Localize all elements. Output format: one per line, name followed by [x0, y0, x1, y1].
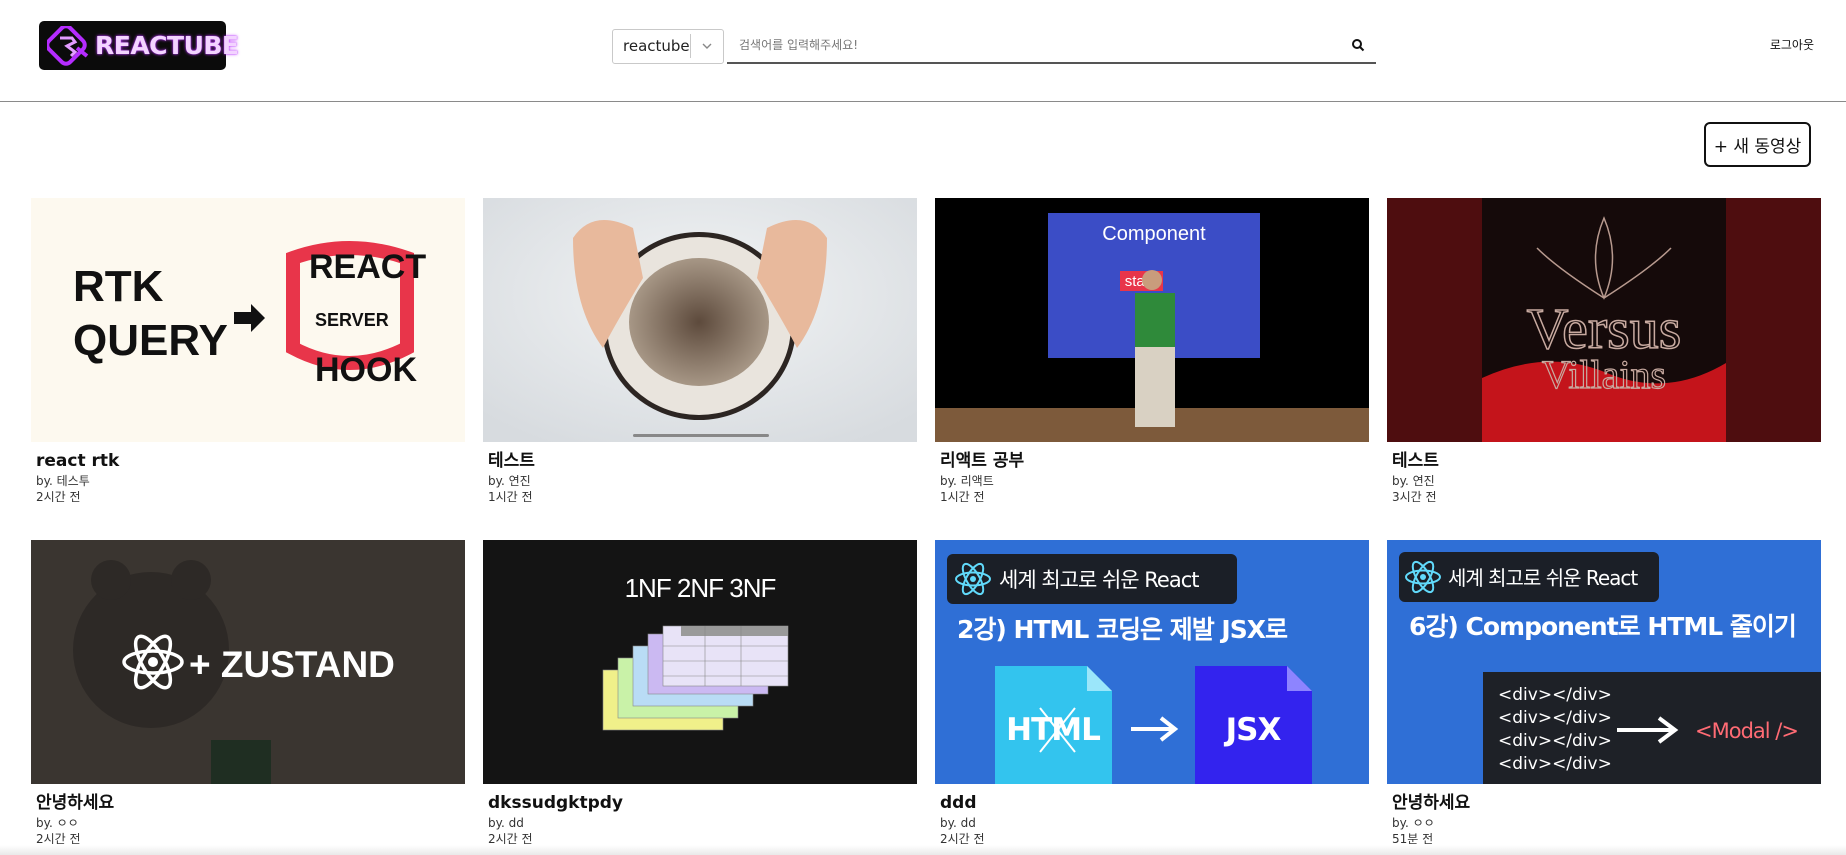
video-author: by. dd	[488, 816, 524, 830]
video-card[interactable]: + ZUSTAND 안녕하세요 by. ㅇㅇ 2시간 전	[31, 540, 465, 855]
search-filter-select[interactable]: reactube	[612, 28, 724, 64]
thumb-text: <div></div>	[1498, 731, 1612, 751]
video-info: ddd by. dd 2시간 전	[935, 784, 1369, 847]
video-title[interactable]: 테스트	[488, 451, 917, 471]
video-time: 3시간 전	[1392, 490, 1437, 504]
video-thumbnail[interactable]: 세계 최고로 쉬운 React 6강) Component로 HTML 줄이기 …	[1387, 540, 1821, 784]
thumb-text: <div></div>	[1498, 754, 1612, 774]
thumb-text: <div></div>	[1498, 685, 1612, 705]
video-thumbnail[interactable]: RTK QUERY REACT SERVER HOOK	[31, 198, 465, 442]
video-title[interactable]: 안녕하세요	[36, 793, 465, 813]
search-field	[727, 28, 1376, 64]
thumb-text: 세계 최고로 쉬운 React	[1448, 566, 1638, 590]
thumb-text: 6강) Component로 HTML 줄이기	[1409, 612, 1796, 641]
thumb-text: <div></div>	[1498, 708, 1612, 728]
video-card[interactable]: Versus Villains 테스트 by. 연진 3시간 전	[1387, 198, 1821, 540]
video-title[interactable]: dkssudgktpdy	[488, 793, 917, 813]
top-header: REACTUBE reactube 로그아웃	[0, 0, 1846, 102]
video-author: by. 테스투	[36, 474, 90, 488]
thumb-text: <Modal />	[1695, 719, 1798, 743]
video-author: by. dd	[940, 816, 976, 830]
thumb-text: SERVER	[315, 310, 389, 330]
video-info: 안녕하세요 by. ㅇㅇ 2시간 전	[31, 784, 465, 847]
video-card[interactable]: RTK QUERY REACT SERVER HOOK react rtk by…	[31, 198, 465, 540]
thumb-text: 2강) HTML 코딩은 제발 JSX로	[957, 615, 1288, 644]
search-bar: reactube	[612, 28, 1376, 64]
thumb-text: JSX	[1224, 712, 1282, 748]
video-thumbnail[interactable]: Versus Villains	[1387, 198, 1821, 442]
video-grid: RTK QUERY REACT SERVER HOOK react rtk by…	[31, 198, 1821, 855]
video-title[interactable]: 안녕하세요	[1392, 793, 1821, 813]
new-video-button[interactable]: + 새 동영상	[1704, 122, 1811, 167]
video-title[interactable]: 테스트	[1392, 451, 1821, 471]
video-time: 1시간 전	[488, 490, 533, 504]
search-icon[interactable]	[1340, 27, 1376, 63]
thumb-text: HTML	[1006, 712, 1100, 748]
logo-text: REACTUBE	[95, 31, 239, 60]
video-time: 2시간 전	[36, 490, 81, 504]
video-info: 테스트 by. 연진 3시간 전	[1387, 442, 1821, 505]
video-time: 1시간 전	[940, 490, 985, 504]
video-thumbnail[interactable]: 세계 최고로 쉬운 React 2강) HTML 코딩은 제발 JSX로 HTM…	[935, 540, 1369, 784]
page-bottom-edge	[0, 845, 1846, 855]
thumb-text: + ZUSTAND	[189, 644, 395, 685]
logo-icon	[45, 23, 93, 66]
video-card[interactable]: Component state 리액트 공부 by. 리액트 1시간 전	[935, 198, 1369, 540]
video-info: dkssudgktpdy by. dd 2시간 전	[483, 784, 917, 847]
video-card[interactable]: 테스트 by. 연진 1시간 전	[483, 198, 917, 540]
thumb-text: REACT	[309, 248, 426, 286]
reactube-logo[interactable]: REACTUBE	[39, 21, 239, 70]
video-info: react rtk by. 테스투 2시간 전	[31, 442, 465, 505]
video-card[interactable]: 1NF 2NF 3NF dkssudgktpdy by. dd 2시간 전	[483, 540, 917, 855]
video-author: by. ㅇㅇ	[1392, 816, 1435, 830]
video-thumbnail[interactable]: 1NF 2NF 3NF	[483, 540, 917, 784]
thumb-text: QUERY	[73, 316, 228, 365]
thumb-text: Villains	[1542, 352, 1666, 397]
video-card[interactable]: 세계 최고로 쉬운 React 6강) Component로 HTML 줄이기 …	[1387, 540, 1821, 855]
thumb-text: 1NF 2NF 3NF	[625, 573, 776, 603]
video-title[interactable]: 리액트 공부	[940, 451, 1369, 471]
video-thumbnail[interactable]: Component state	[935, 198, 1369, 442]
search-input[interactable]	[727, 38, 1340, 52]
thumb-text: HOOK	[315, 351, 417, 389]
video-title[interactable]: ddd	[940, 793, 1369, 813]
video-card[interactable]: 세계 최고로 쉬운 React 2강) HTML 코딩은 제발 JSX로 HTM…	[935, 540, 1369, 855]
video-info: 리액트 공부 by. 리액트 1시간 전	[935, 442, 1369, 505]
video-title[interactable]: react rtk	[36, 451, 465, 471]
video-info: 테스트 by. 연진 1시간 전	[483, 442, 917, 505]
logout-button[interactable]: 로그아웃	[1770, 36, 1814, 53]
video-author: by. 연진	[1392, 474, 1435, 488]
video-author: by. 리액트	[940, 474, 994, 488]
chevron-down-icon[interactable]	[691, 40, 723, 52]
video-author: by. ㅇㅇ	[36, 816, 79, 830]
video-thumbnail[interactable]: + ZUSTAND	[31, 540, 465, 784]
search-filter-value: reactube	[623, 37, 690, 55]
video-author: by. 연진	[488, 474, 531, 488]
thumb-text: 세계 최고로 쉬운 React	[999, 568, 1199, 592]
video-info: 안녕하세요 by. ㅇㅇ 51분 전	[1387, 784, 1821, 847]
thumb-text: Component	[1102, 223, 1206, 245]
video-thumbnail[interactable]	[483, 198, 917, 442]
thumb-text: RTK	[73, 262, 164, 311]
